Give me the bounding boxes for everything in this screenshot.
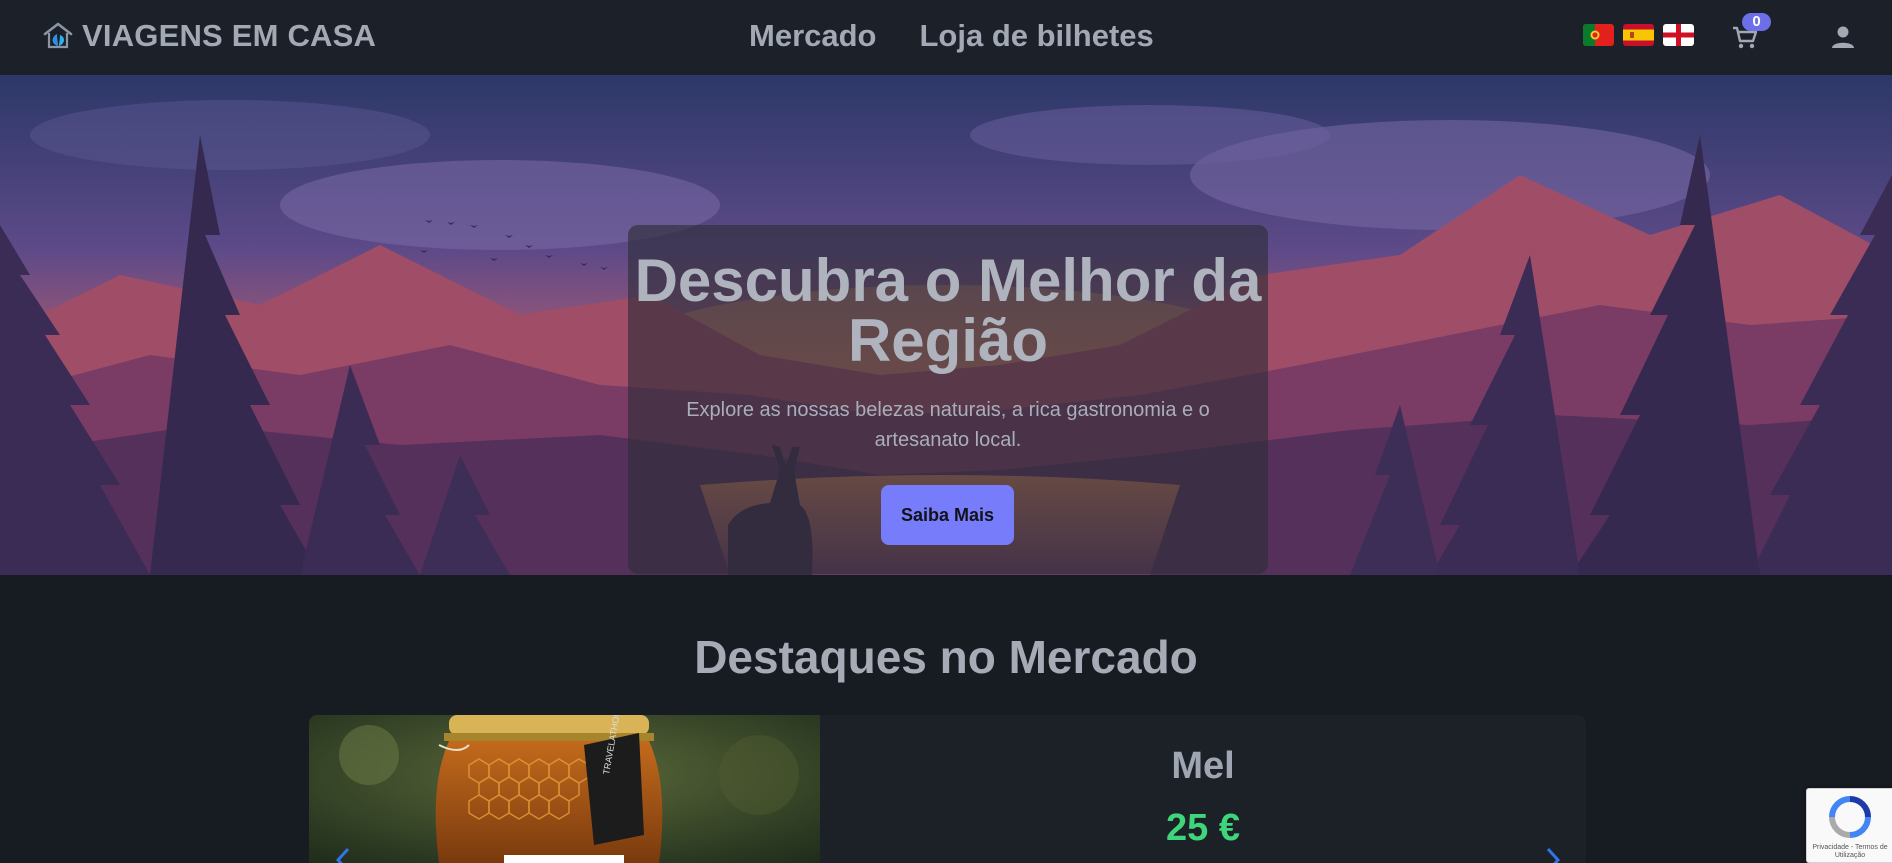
carousel-prev-icon[interactable] — [328, 845, 358, 863]
main-nav: Mercado Loja de bilhetes — [749, 16, 1154, 56]
product-price: 25 € — [1166, 807, 1240, 849]
recaptcha-icon — [1829, 796, 1871, 838]
flag-england-icon[interactable] — [1663, 24, 1694, 46]
recaptcha-badge[interactable]: Privacidade - Termos de Utilização — [1806, 788, 1892, 863]
user-icon[interactable] — [1829, 23, 1857, 51]
hero-banner: Descubra o Melhor da Região Explore as n… — [0, 75, 1892, 575]
brand-link[interactable]: VIAGENS EM CASA — [42, 18, 376, 54]
nav-link-mercado[interactable]: Mercado — [749, 18, 876, 54]
house-leaf-icon — [43, 22, 73, 49]
hero-title: Descubra o Melhor da Região — [634, 247, 1262, 374]
featured-section-title: Destaques no Mercado — [694, 631, 1198, 683]
hero-subtitle: Explore as nossas belezas naturais, a ri… — [686, 399, 1210, 451]
cart-count-badge: 0 — [1742, 13, 1771, 31]
flag-portugal-icon[interactable] — [1583, 24, 1614, 46]
language-switcher — [1583, 24, 1694, 46]
hero-card: Descubra o Melhor da Região Explore as n… — [628, 225, 1268, 574]
learn-more-button[interactable]: Saiba Mais — [881, 485, 1014, 545]
top-navbar: VIAGENS EM CASA Mercado Loja de bilhetes… — [0, 0, 1892, 75]
recaptcha-terms[interactable]: Privacidade - Termos de Utilização — [1807, 844, 1892, 860]
featured-product-card[interactable]: TRAVELATHOME Mel 25 € — [309, 715, 1586, 863]
carousel-next-icon[interactable] — [1538, 845, 1568, 863]
brand-name: VIAGENS EM CASA — [82, 18, 377, 53]
nav-link-ticket-store[interactable]: Loja de bilhetes — [919, 18, 1153, 54]
product-name: Mel — [1171, 745, 1235, 787]
flag-spain-icon[interactable] — [1623, 24, 1654, 46]
honey-jar-image: TRAVELATHOME — [309, 715, 820, 863]
